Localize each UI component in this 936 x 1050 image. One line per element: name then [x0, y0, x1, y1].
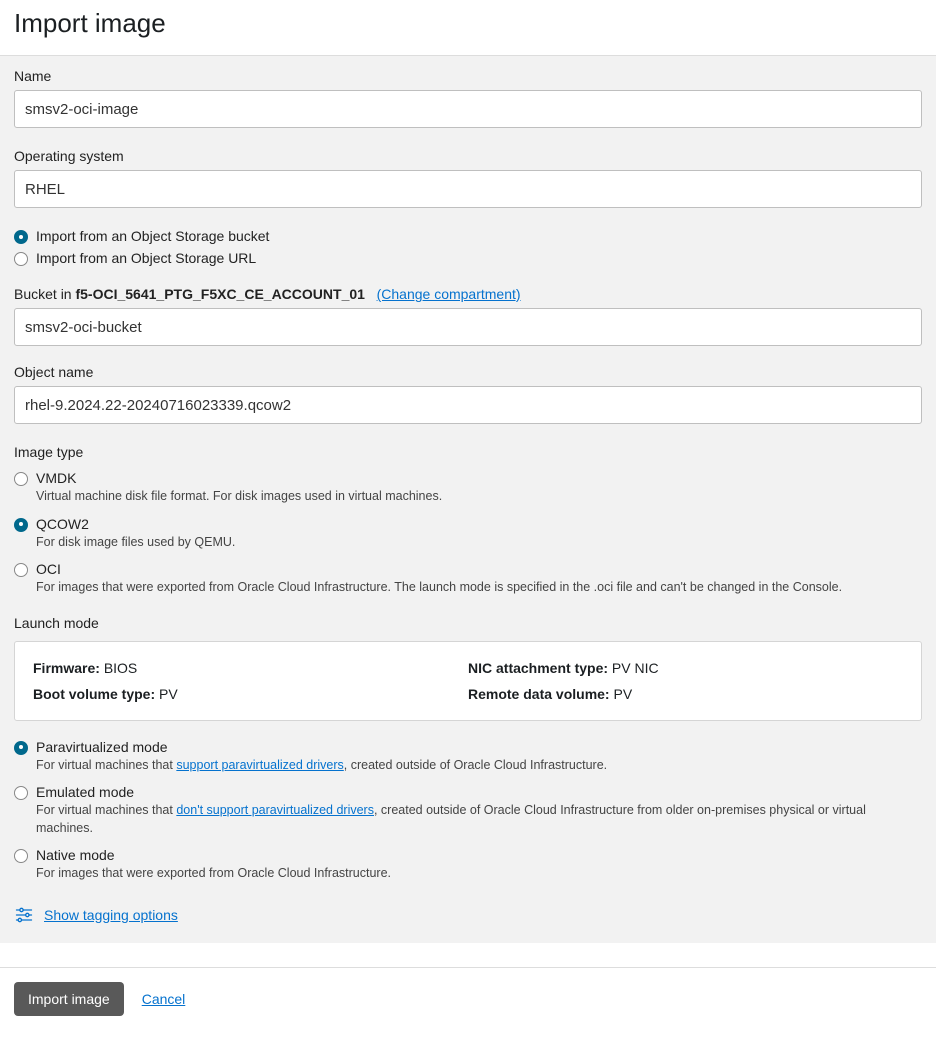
image-type-label: Image type: [14, 444, 922, 460]
os-label: Operating system: [14, 148, 922, 164]
nic-value: PV NIC: [612, 660, 659, 676]
radio-launch-paravirt[interactable]: [14, 741, 28, 755]
radio-launch-emulated[interactable]: [14, 786, 28, 800]
launch-native-label: Native mode: [36, 847, 922, 863]
radio-source-url-label: Import from an Object Storage URL: [36, 250, 256, 266]
nic-key: NIC attachment type:: [468, 660, 608, 676]
firmware-value: BIOS: [104, 660, 137, 676]
import-image-button[interactable]: Import image: [14, 982, 124, 1016]
page-title: Import image: [14, 8, 922, 39]
object-input[interactable]: [14, 386, 922, 424]
launch-paravirt-label: Paravirtualized mode: [36, 739, 922, 755]
launch-emulated-desc: For virtual machines that don't support …: [36, 802, 922, 837]
bucket-input[interactable]: [14, 308, 922, 346]
imagetype-oci-desc: For images that were exported from Oracl…: [36, 579, 922, 597]
object-label: Object name: [14, 364, 922, 380]
name-input[interactable]: [14, 90, 922, 128]
sliders-icon: [14, 905, 38, 925]
radio-imagetype-qcow2[interactable]: [14, 518, 28, 532]
os-input[interactable]: [14, 170, 922, 208]
imagetype-vmdk-desc: Virtual machine disk file format. For di…: [36, 488, 922, 506]
boot-value: PV: [159, 686, 178, 702]
bucket-compartment: f5-OCI_5641_PTG_F5XC_CE_ACCOUNT_01: [75, 286, 364, 302]
imagetype-qcow2-label: QCOW2: [36, 516, 922, 532]
radio-source-url[interactable]: [14, 252, 28, 266]
imagetype-vmdk-label: VMDK: [36, 470, 922, 486]
launch-paravirt-desc: For virtual machines that support paravi…: [36, 757, 922, 775]
show-tagging-link[interactable]: Show tagging options: [44, 907, 178, 923]
footer: Import image Cancel: [0, 967, 936, 1030]
remote-value: PV: [613, 686, 632, 702]
imagetype-qcow2-desc: For disk image files used by QEMU.: [36, 534, 922, 552]
name-label: Name: [14, 68, 922, 84]
radio-launch-native[interactable]: [14, 849, 28, 863]
no-paravirt-drivers-link[interactable]: don't support paravirtualized drivers: [176, 803, 374, 817]
boot-key: Boot volume type:: [33, 686, 155, 702]
firmware-key: Firmware:: [33, 660, 100, 676]
launch-info-box: Firmware: BIOS Boot volume type: PV NIC …: [14, 641, 922, 721]
launch-emulated-label: Emulated mode: [36, 784, 922, 800]
change-compartment-link[interactable]: (Change compartment): [377, 286, 521, 302]
cancel-link[interactable]: Cancel: [142, 991, 186, 1007]
launch-native-desc: For images that were exported from Oracl…: [36, 865, 922, 883]
radio-source-bucket-label: Import from an Object Storage bucket: [36, 228, 269, 244]
radio-imagetype-oci[interactable]: [14, 563, 28, 577]
imagetype-oci-label: OCI: [36, 561, 922, 577]
radio-source-bucket[interactable]: [14, 230, 28, 244]
remote-key: Remote data volume:: [468, 686, 610, 702]
radio-imagetype-vmdk[interactable]: [14, 472, 28, 486]
launch-mode-label: Launch mode: [14, 615, 922, 631]
bucket-label-prefix: Bucket in: [14, 286, 75, 302]
paravirt-drivers-link[interactable]: support paravirtualized drivers: [176, 758, 343, 772]
form-body: Name Operating system Import from an Obj…: [0, 55, 936, 943]
